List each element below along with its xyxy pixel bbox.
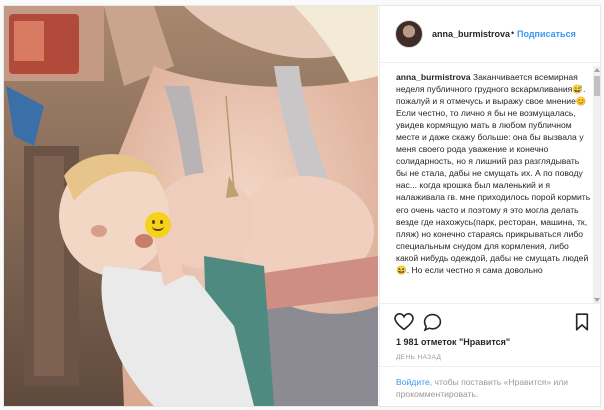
post-timestamp[interactable]: ДЕНЬ НАЗАД	[396, 354, 441, 361]
login-link[interactable]: Войдите	[396, 377, 430, 387]
caption-text: Заканчивается всемирная неделя публичног…	[396, 72, 591, 275]
scroll-down-arrow-icon[interactable]	[594, 298, 600, 302]
caption-scrollbar[interactable]	[593, 66, 600, 304]
bookmark-icon[interactable]	[575, 313, 589, 331]
photo-illustration	[4, 6, 378, 406]
post-photo[interactable]	[4, 6, 378, 406]
separator-dot: •	[511, 28, 515, 38]
likes-count[interactable]: 1 981 отметок "Нравится"	[396, 337, 510, 347]
login-prompt: Войдите, чтобы поставить «Нравится» или …	[380, 366, 600, 406]
comment-bubble-icon[interactable]	[423, 313, 442, 332]
instagram-post: anna_burmistrova • Подписаться anna_burm…	[3, 5, 601, 407]
heart-icon[interactable]	[394, 313, 414, 331]
post-header: anna_burmistrova • Подписаться	[380, 6, 600, 63]
scrollbar-thumb[interactable]	[594, 76, 600, 96]
scroll-up-arrow-icon[interactable]	[594, 68, 600, 72]
author-username[interactable]: anna_burmistrova	[432, 29, 510, 39]
action-bar	[380, 303, 600, 336]
post-sidebar: anna_burmistrova • Подписаться anna_burm…	[379, 6, 600, 406]
avatar[interactable]	[395, 20, 423, 48]
follow-button[interactable]: Подписаться	[517, 29, 576, 39]
caption-username[interactable]: anna_burmistrova	[396, 72, 471, 82]
post-caption: anna_burmistrova Заканчивается всемирная…	[396, 71, 591, 301]
smiley-emoji-sticker	[145, 212, 171, 238]
